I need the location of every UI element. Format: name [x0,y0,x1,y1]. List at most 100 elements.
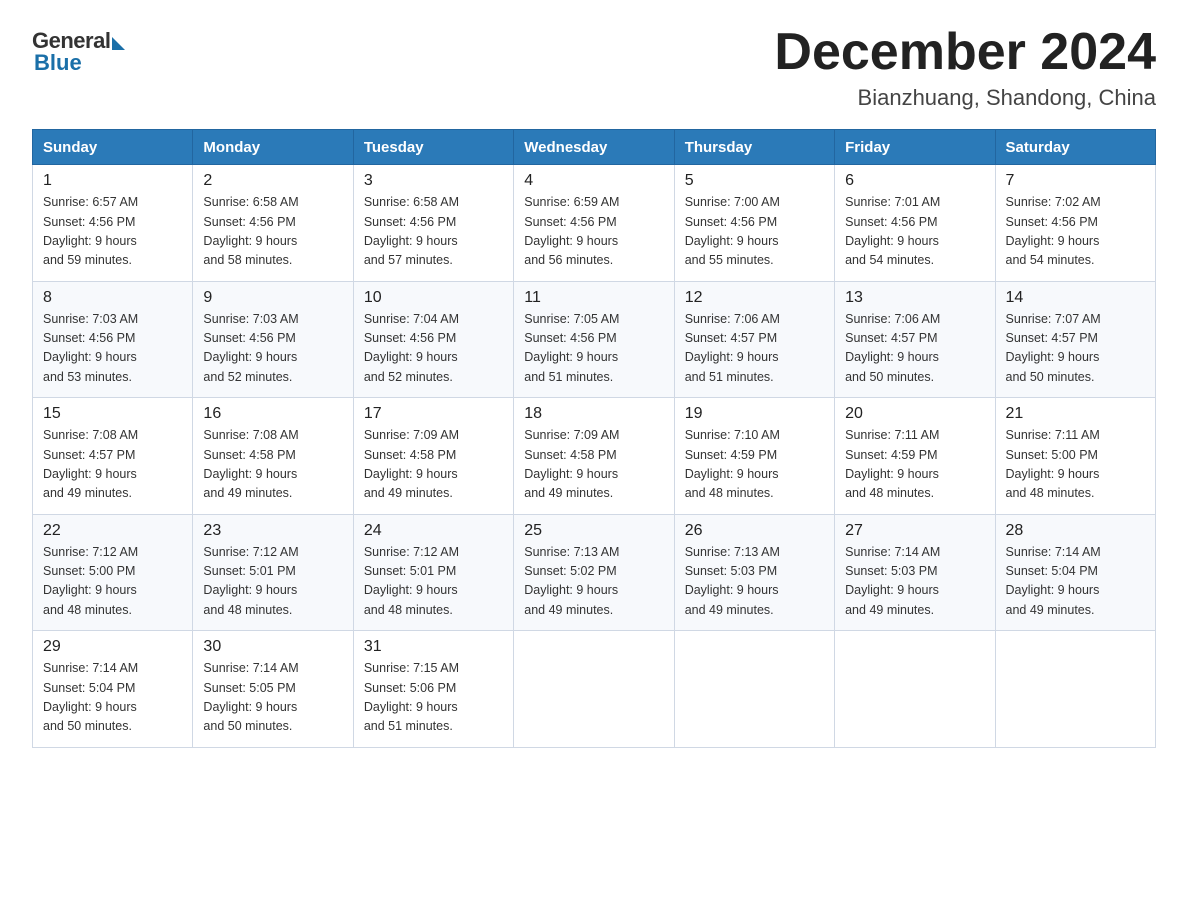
day-info: Sunrise: 6:58 AMSunset: 4:56 PMDaylight:… [203,193,342,271]
calendar-cell [995,631,1155,748]
calendar-cell: 8 Sunrise: 7:03 AMSunset: 4:56 PMDaylight… [33,281,193,398]
day-number: 22 [43,522,182,540]
day-number: 14 [1006,289,1145,307]
day-info: Sunrise: 7:11 AMSunset: 4:59 PMDaylight:… [845,426,984,504]
calendar-cell: 28Sunrise: 7:14 AMSunset: 5:04 PMDayligh… [995,514,1155,631]
day-info: Sunrise: 7:12 AMSunset: 5:01 PMDaylight:… [364,543,503,621]
calendar-cell: 23 Sunrise: 7:12 AMSunset: 5:01 PMDayligh… [193,514,353,631]
day-info: Sunrise: 6:58 AMSunset: 4:56 PMDaylight:… [364,193,503,271]
calendar-cell: 4Sunrise: 6:59 AMSunset: 4:56 PMDaylight… [514,165,674,282]
calendar-cell: 5Sunrise: 7:00 AMSunset: 4:56 PMDaylight… [674,165,834,282]
calendar-cell [674,631,834,748]
day-info: Sunrise: 7:12 AMSunset: 5:01 PMDaylight:… [203,543,342,621]
day-number: 19 [685,405,824,423]
calendar-week-row: 29 Sunrise: 7:14 AMSunset: 5:04 PMDayligh… [33,631,1156,748]
day-number: 5 [685,172,824,190]
day-number: 12 [685,289,824,307]
calendar-cell [835,631,995,748]
calendar-cell: 18 Sunrise: 7:09 AMSunset: 4:58 PMDayligh… [514,398,674,515]
calendar-cell: 16Sunrise: 7:08 AMSunset: 4:58 PMDayligh… [193,398,353,515]
calendar-cell: 24 Sunrise: 7:12 AMSunset: 5:01 PMDayligh… [353,514,513,631]
column-header-friday: Friday [835,130,995,165]
day-number: 2 [203,172,342,190]
day-number: 31 [364,638,503,656]
calendar-cell: 1 Sunrise: 6:57 AMSunset: 4:56 PMDaylight… [33,165,193,282]
day-number: 9 [203,289,342,307]
day-number: 26 [685,522,824,540]
calendar-cell: 30 Sunrise: 7:14 AMSunset: 5:05 PMDayligh… [193,631,353,748]
calendar-cell: 14 Sunrise: 7:07 AMSunset: 4:57 PMDayligh… [995,281,1155,398]
calendar-cell: 6Sunrise: 7:01 AMSunset: 4:56 PMDaylight… [835,165,995,282]
column-header-tuesday: Tuesday [353,130,513,165]
day-info: Sunrise: 7:11 AMSunset: 5:00 PMDaylight:… [1006,426,1145,504]
calendar-cell: 13Sunrise: 7:06 AMSunset: 4:57 PMDayligh… [835,281,995,398]
day-info: Sunrise: 7:04 AMSunset: 4:56 PMDaylight:… [364,310,503,388]
day-info: Sunrise: 6:57 AMSunset: 4:56 PMDaylight:… [43,193,182,271]
calendar-cell: 2 Sunrise: 6:58 AMSunset: 4:56 PMDaylight… [193,165,353,282]
calendar-cell: 10Sunrise: 7:04 AMSunset: 4:56 PMDayligh… [353,281,513,398]
day-number: 24 [364,522,503,540]
day-info: Sunrise: 7:01 AMSunset: 4:56 PMDaylight:… [845,193,984,271]
day-info: Sunrise: 7:09 AMSunset: 4:58 PMDaylight:… [364,426,503,504]
day-info: Sunrise: 7:07 AMSunset: 4:57 PMDaylight:… [1006,310,1145,388]
title-block: December 2024 Bianzhuang, Shandong, Chin… [774,24,1156,111]
calendar-cell: 20 Sunrise: 7:11 AMSunset: 4:59 PMDayligh… [835,398,995,515]
page-header: General Blue December 2024 Bianzhuang, S… [32,24,1156,111]
day-info: Sunrise: 7:14 AMSunset: 5:05 PMDaylight:… [203,659,342,737]
day-info: Sunrise: 7:14 AMSunset: 5:04 PMDaylight:… [43,659,182,737]
day-info: Sunrise: 7:13 AMSunset: 5:02 PMDaylight:… [524,543,663,621]
day-info: Sunrise: 7:08 AMSunset: 4:58 PMDaylight:… [203,426,342,504]
day-number: 18 [524,405,663,423]
logo-triangle-icon [112,37,125,50]
calendar-cell: 26 Sunrise: 7:13 AMSunset: 5:03 PMDayligh… [674,514,834,631]
calendar-header-row: SundayMondayTuesdayWednesdayThursdayFrid… [33,130,1156,165]
day-number: 27 [845,522,984,540]
day-info: Sunrise: 7:13 AMSunset: 5:03 PMDaylight:… [685,543,824,621]
calendar-week-row: 15 Sunrise: 7:08 AMSunset: 4:57 PMDayligh… [33,398,1156,515]
day-info: Sunrise: 7:03 AMSunset: 4:56 PMDaylight:… [203,310,342,388]
calendar-cell: 29 Sunrise: 7:14 AMSunset: 5:04 PMDayligh… [33,631,193,748]
day-number: 7 [1006,172,1145,190]
column-header-wednesday: Wednesday [514,130,674,165]
day-info: Sunrise: 7:09 AMSunset: 4:58 PMDaylight:… [524,426,663,504]
location-subtitle: Bianzhuang, Shandong, China [774,85,1156,111]
calendar-cell: 9 Sunrise: 7:03 AMSunset: 4:56 PMDaylight… [193,281,353,398]
calendar-cell: 12 Sunrise: 7:06 AMSunset: 4:57 PMDayligh… [674,281,834,398]
day-info: Sunrise: 7:14 AMSunset: 5:03 PMDaylight:… [845,543,984,621]
calendar-cell: 7Sunrise: 7:02 AMSunset: 4:56 PMDaylight… [995,165,1155,282]
day-number: 20 [845,405,984,423]
column-header-monday: Monday [193,130,353,165]
calendar-week-row: 1 Sunrise: 6:57 AMSunset: 4:56 PMDaylight… [33,165,1156,282]
day-number: 23 [203,522,342,540]
day-number: 30 [203,638,342,656]
day-info: Sunrise: 7:06 AMSunset: 4:57 PMDaylight:… [685,310,824,388]
calendar-cell [514,631,674,748]
month-year-title: December 2024 [774,24,1156,81]
day-info: Sunrise: 7:08 AMSunset: 4:57 PMDaylight:… [43,426,182,504]
day-number: 1 [43,172,182,190]
calendar-table: SundayMondayTuesdayWednesdayThursdayFrid… [32,129,1156,748]
day-number: 13 [845,289,984,307]
column-header-thursday: Thursday [674,130,834,165]
calendar-cell: 22 Sunrise: 7:12 AMSunset: 5:00 PMDayligh… [33,514,193,631]
calendar-cell: 11Sunrise: 7:05 AMSunset: 4:56 PMDayligh… [514,281,674,398]
logo: General Blue [32,24,125,76]
day-number: 11 [524,289,663,307]
column-header-saturday: Saturday [995,130,1155,165]
calendar-cell: 3 Sunrise: 6:58 AMSunset: 4:56 PMDaylight… [353,165,513,282]
calendar-cell: 15 Sunrise: 7:08 AMSunset: 4:57 PMDayligh… [33,398,193,515]
day-number: 3 [364,172,503,190]
column-header-sunday: Sunday [33,130,193,165]
calendar-cell: 21Sunrise: 7:11 AMSunset: 5:00 PMDayligh… [995,398,1155,515]
day-info: Sunrise: 7:03 AMSunset: 4:56 PMDaylight:… [43,310,182,388]
logo-blue-text: Blue [32,50,82,76]
day-info: Sunrise: 7:12 AMSunset: 5:00 PMDaylight:… [43,543,182,621]
day-number: 8 [43,289,182,307]
day-number: 15 [43,405,182,423]
calendar-cell: 27 Sunrise: 7:14 AMSunset: 5:03 PMDayligh… [835,514,995,631]
day-info: Sunrise: 6:59 AMSunset: 4:56 PMDaylight:… [524,193,663,271]
calendar-cell: 17Sunrise: 7:09 AMSunset: 4:58 PMDayligh… [353,398,513,515]
calendar-cell: 25Sunrise: 7:13 AMSunset: 5:02 PMDayligh… [514,514,674,631]
calendar-week-row: 8 Sunrise: 7:03 AMSunset: 4:56 PMDaylight… [33,281,1156,398]
day-number: 29 [43,638,182,656]
